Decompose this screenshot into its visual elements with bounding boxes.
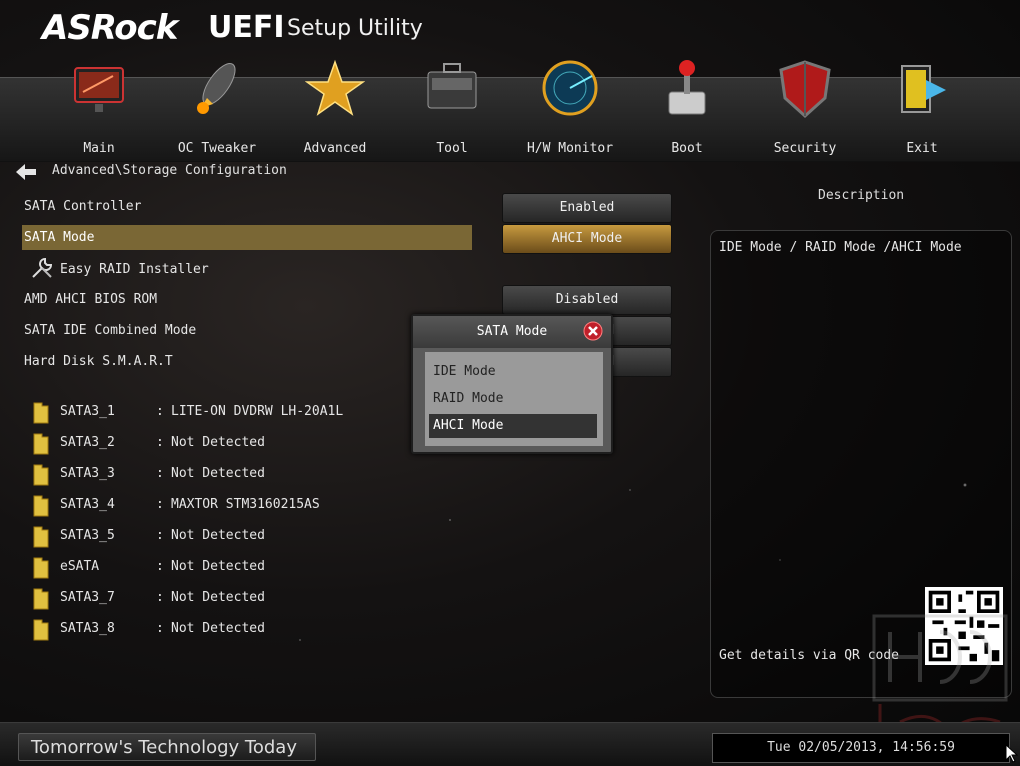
setting-hard-disk-smart[interactable]: Hard Disk S.M.A.R.T (24, 354, 173, 369)
drive-separator: : (156, 559, 164, 574)
drive-port: SATA3_3 (60, 466, 115, 481)
folder-icon (33, 433, 49, 455)
setting-amd-ahci-bios-rom[interactable]: AMD AHCI BIOS ROM (24, 292, 157, 307)
tab-boot[interactable]: Boot (628, 60, 746, 161)
main-menu-bar: Main OC Tweaker Advanced Tool H/W Monito… (0, 59, 1020, 162)
tab-label: Tool (436, 141, 468, 156)
tab-hw-monitor[interactable]: H/W Monitor (511, 60, 629, 161)
tab-label: OC Tweaker (177, 141, 257, 156)
tab-security[interactable]: Security (746, 60, 864, 161)
back-arrow-icon[interactable] (16, 164, 36, 180)
toolbox-icon (427, 63, 477, 109)
drive-port: SATA3_2 (60, 435, 115, 450)
drive-port: SATA3_4 (60, 497, 115, 512)
slogan: Tomorrow's Technology Today (18, 733, 316, 761)
drive-device: Not Detected (171, 590, 265, 605)
drive-port: SATA3_8 (60, 621, 115, 636)
tab-label: Security (773, 141, 837, 156)
folder-icon (33, 526, 49, 548)
option-raid-mode[interactable]: RAID Mode (429, 387, 597, 411)
popup-option-list: IDE Mode RAID Mode AHCI Mode (425, 352, 603, 446)
drive-device: Not Detected (171, 528, 265, 543)
tab-tool[interactable]: Tool (393, 63, 511, 161)
drive-port: SATA3_7 (60, 590, 115, 605)
drive-port: SATA3_5 (60, 528, 115, 543)
tab-exit[interactable]: Exit (863, 65, 981, 161)
drive-device: LITE-ON DVDRW LH-20A1L (171, 404, 344, 419)
tab-oc-tweaker[interactable]: OC Tweaker (158, 63, 276, 161)
rocket-icon (197, 63, 236, 114)
option-ahci-mode[interactable]: AHCI Mode (429, 414, 597, 438)
mouse-cursor-icon (1006, 745, 1018, 763)
asrock-logo: ASRock (42, 8, 178, 48)
joystick-icon (668, 60, 706, 115)
description-panel: IDE Mode / RAID Mode /AHCI Mode Get deta… (710, 230, 1012, 698)
popup-title: SATA Mode (413, 316, 611, 348)
folder-icon (33, 588, 49, 610)
tab-main[interactable]: Main (40, 67, 158, 161)
monitor-icon (74, 67, 124, 112)
description-title: Description (818, 188, 905, 203)
tab-label: Boot (671, 141, 703, 156)
sata-mode-popup: SATA Mode IDE Mode RAID Mode AHCI Mode (411, 314, 613, 454)
drive-device: Not Detected (171, 435, 265, 450)
folder-icon (33, 495, 49, 517)
amd-ahci-bios-rom-value[interactable]: Disabled (502, 285, 672, 315)
star-icon (305, 59, 365, 116)
easy-raid-label: Easy RAID Installer (60, 262, 209, 277)
breadcrumb-path: Advanced\Storage Configuration (52, 163, 287, 178)
title-bar: ASRock UEFI Setup Utility (0, 0, 1020, 75)
tab-advanced[interactable]: Advanced (276, 59, 394, 161)
drive-separator: : (156, 466, 164, 481)
drive-device: Not Detected (171, 559, 265, 574)
qr-code-icon[interactable] (925, 587, 1003, 665)
setting-sata-controller[interactable]: SATA Controller (24, 199, 141, 214)
setup-utility-title: Setup Utility (287, 16, 423, 41)
qr-caption: Get details via QR code (719, 648, 900, 663)
tab-label: Advanced (303, 141, 367, 156)
sata-controller-value[interactable]: Enabled (502, 193, 672, 223)
wrench-icon (32, 257, 53, 278)
shield-icon (779, 60, 831, 119)
drive-separator: : (156, 435, 164, 450)
drive-device: Not Detected (171, 621, 265, 636)
tab-label: H/W Monitor (526, 141, 614, 156)
sata-mode-value[interactable]: AHCI Mode (502, 224, 672, 254)
footer-bar: Tomorrow's Technology Today Tue 02/05/20… (0, 722, 1020, 766)
folder-icon (33, 464, 49, 486)
option-ide-mode[interactable]: IDE Mode (429, 360, 597, 384)
drive-separator: : (156, 621, 164, 636)
datetime-display: Tue 02/05/2013, 14:56:59 (712, 733, 1010, 763)
uefi-title: UEFI (208, 10, 285, 45)
drive-device: MAXTOR STM3160215AS (171, 497, 320, 512)
setting-sata-mode[interactable]: SATA Mode (22, 225, 472, 250)
drive-port: eSATA (60, 559, 100, 574)
folder-icon (33, 619, 49, 641)
radar-icon (542, 60, 598, 116)
exit-door-icon (901, 65, 946, 113)
tab-label: Exit (906, 141, 938, 156)
tab-label: Main (83, 141, 115, 156)
folder-icon (33, 557, 49, 579)
close-icon[interactable] (583, 321, 603, 341)
description-text: IDE Mode / RAID Mode /AHCI Mode (719, 240, 962, 255)
drive-port: SATA3_1 (60, 404, 115, 419)
drive-separator: : (156, 528, 164, 543)
drive-separator: : (156, 404, 164, 419)
folder-icon (33, 402, 49, 424)
setting-sata-ide-combined-mode[interactable]: SATA IDE Combined Mode (24, 323, 196, 338)
drive-separator: : (156, 590, 164, 605)
drive-separator: : (156, 497, 164, 512)
drive-device: Not Detected (171, 466, 265, 481)
